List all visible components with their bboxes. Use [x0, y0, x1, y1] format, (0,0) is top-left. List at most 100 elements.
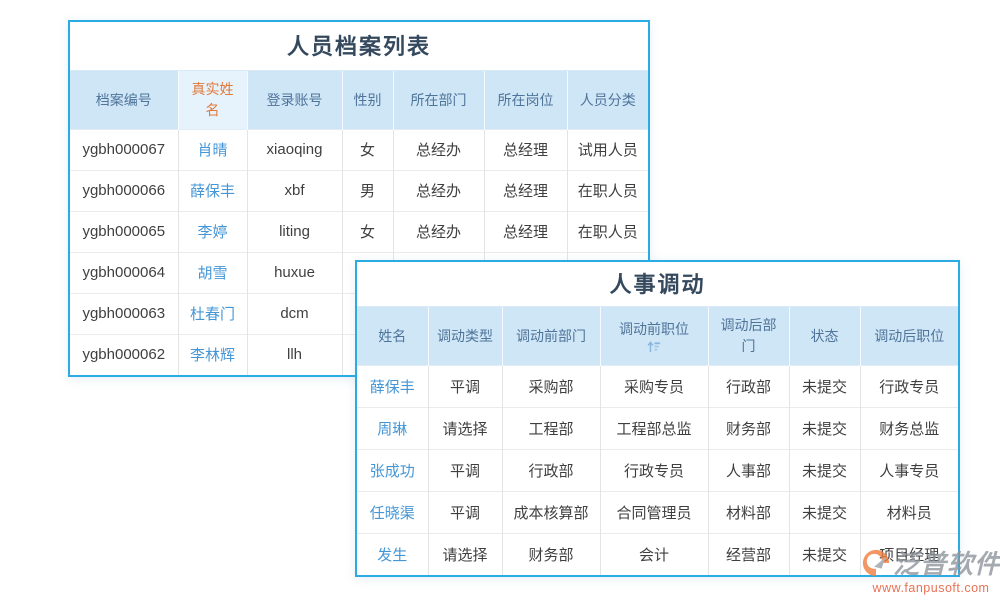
table-row: 周琳请选择工程部工程部总监财务部未提交财务总监 [357, 407, 958, 449]
person-name-link[interactable]: 薛保丰 [357, 365, 428, 407]
transfer-table-header: 姓名调动类型调动前部门调动前职位调动后部门状态调动后职位 [357, 307, 958, 365]
person-name-link[interactable]: 肖晴 [178, 129, 247, 170]
table-row: ygbh000066薛保丰xbf男总经办总经理在职人员 [70, 170, 648, 211]
person-name-link[interactable]: 发生 [357, 533, 428, 575]
table-cell: 工程部总监 [600, 407, 708, 449]
table-cell: 总经理 [484, 170, 567, 211]
archive-table-header: 档案编号真实姓名登录账号性别所在部门所在岗位人员分类 [70, 71, 648, 129]
column-header-label: 调动后部门 [717, 315, 781, 356]
column-header-label: 调动后职位 [869, 326, 951, 346]
person-name-link[interactable]: 张成功 [357, 449, 428, 491]
table-cell: ygbh000067 [70, 129, 178, 170]
table-cell: 会计 [600, 533, 708, 575]
header-row: 档案编号真实姓名登录账号性别所在部门所在岗位人员分类 [70, 71, 648, 129]
table-cell: ygbh000065 [70, 211, 178, 252]
person-name-link[interactable]: 杜春门 [178, 293, 247, 334]
column-header[interactable]: 真实姓名 [178, 71, 247, 129]
header-row: 姓名调动类型调动前部门调动前职位调动后部门状态调动后职位 [357, 307, 958, 365]
table-cell: 人事部 [708, 449, 789, 491]
table-row: 张成功平调行政部行政专员人事部未提交人事专员 [357, 449, 958, 491]
table-cell: 女 [342, 211, 393, 252]
column-header[interactable]: 所在部门 [393, 71, 484, 129]
table-cell: 行政部 [708, 365, 789, 407]
table-cell: 财务总监 [860, 407, 958, 449]
person-name-link[interactable]: 李林辉 [178, 334, 247, 375]
column-header[interactable]: 调动后职位 [860, 307, 958, 365]
table-cell: 请选择 [428, 407, 502, 449]
personnel-transfer-panel: 人事调动 姓名调动类型调动前部门调动前职位调动后部门状态调动后职位 薛保丰平调采… [355, 260, 960, 577]
transfer-table-body: 薛保丰平调采购部采购专员行政部未提交行政专员周琳请选择工程部工程部总监财务部未提… [357, 365, 958, 575]
column-header-label: 调动前部门 [511, 326, 592, 346]
table-cell: 总经办 [393, 170, 484, 211]
table-cell: 工程部 [502, 407, 600, 449]
column-header-label: 姓名 [365, 326, 420, 346]
column-header[interactable]: 调动类型 [428, 307, 502, 365]
watermark-url: www.fanpusoft.com [862, 581, 1000, 595]
transfer-table: 姓名调动类型调动前部门调动前职位调动后部门状态调动后职位 薛保丰平调采购部采购专… [357, 307, 958, 575]
table-row: ygbh000067肖晴xiaoqing女总经办总经理试用人员 [70, 129, 648, 170]
table-cell: 经营部 [708, 533, 789, 575]
column-header-label: 所在岗位 [493, 90, 559, 110]
table-cell: 采购专员 [600, 365, 708, 407]
table-cell: dcm [247, 293, 342, 334]
table-cell: llh [247, 334, 342, 375]
table-cell: 总经理 [484, 211, 567, 252]
table-cell: ygbh000064 [70, 252, 178, 293]
table-cell: 项目经理 [860, 533, 958, 575]
person-name-link[interactable]: 周琳 [357, 407, 428, 449]
column-header-label: 登录账号 [256, 90, 334, 110]
table-cell: 试用人员 [567, 129, 648, 170]
table-cell: ygbh000062 [70, 334, 178, 375]
table-cell: 总经办 [393, 129, 484, 170]
table-cell: liting [247, 211, 342, 252]
table-cell: 采购部 [502, 365, 600, 407]
column-header-label: 调动类型 [437, 326, 494, 346]
table-cell: xbf [247, 170, 342, 211]
column-header-label: 档案编号 [78, 90, 170, 110]
table-cell: 平调 [428, 449, 502, 491]
table-cell: 平调 [428, 491, 502, 533]
table-cell: 合同管理员 [600, 491, 708, 533]
column-header[interactable]: 调动前部门 [502, 307, 600, 365]
table-cell: 平调 [428, 365, 502, 407]
table-cell: 行政专员 [860, 365, 958, 407]
column-header[interactable]: 档案编号 [70, 71, 178, 129]
column-header[interactable]: 状态 [789, 307, 860, 365]
table-cell: 行政专员 [600, 449, 708, 491]
person-name-link[interactable]: 薛保丰 [178, 170, 247, 211]
person-name-link[interactable]: 李婷 [178, 211, 247, 252]
table-cell: 未提交 [789, 449, 860, 491]
table-cell: 财务部 [502, 533, 600, 575]
column-header[interactable]: 人员分类 [567, 71, 648, 129]
table-cell: 请选择 [428, 533, 502, 575]
column-header-label: 人员分类 [576, 90, 641, 110]
table-cell: xiaoqing [247, 129, 342, 170]
person-name-link[interactable]: 任晓渠 [357, 491, 428, 533]
table-cell: 在职人员 [567, 211, 648, 252]
table-cell: 未提交 [789, 533, 860, 575]
person-name-link[interactable]: 胡雪 [178, 252, 247, 293]
column-header[interactable]: 性别 [342, 71, 393, 129]
table-row: ygbh000065李婷liting女总经办总经理在职人员 [70, 211, 648, 252]
table-cell: ygbh000063 [70, 293, 178, 334]
column-header-label: 调动前职位 [609, 319, 700, 339]
column-header[interactable]: 姓名 [357, 307, 428, 365]
column-header-label: 性别 [351, 90, 385, 110]
page-background: 人员档案列表 档案编号真实姓名登录账号性别所在部门所在岗位人员分类 ygbh00… [0, 0, 1000, 600]
table-cell: 在职人员 [567, 170, 648, 211]
table-cell: ygbh000066 [70, 170, 178, 211]
table-cell: 未提交 [789, 491, 860, 533]
table-cell: 女 [342, 129, 393, 170]
table-cell: 未提交 [789, 365, 860, 407]
table-cell: 男 [342, 170, 393, 211]
archive-table-title: 人员档案列表 [70, 22, 648, 71]
column-header[interactable]: 调动前职位 [600, 307, 708, 365]
sort-ascending-icon[interactable] [609, 340, 700, 353]
column-header[interactable]: 登录账号 [247, 71, 342, 129]
column-header[interactable]: 所在岗位 [484, 71, 567, 129]
column-header[interactable]: 调动后部门 [708, 307, 789, 365]
column-header-label: 所在部门 [402, 90, 476, 110]
table-cell: 总经理 [484, 129, 567, 170]
table-row: 薛保丰平调采购部采购专员行政部未提交行政专员 [357, 365, 958, 407]
table-cell: 成本核算部 [502, 491, 600, 533]
